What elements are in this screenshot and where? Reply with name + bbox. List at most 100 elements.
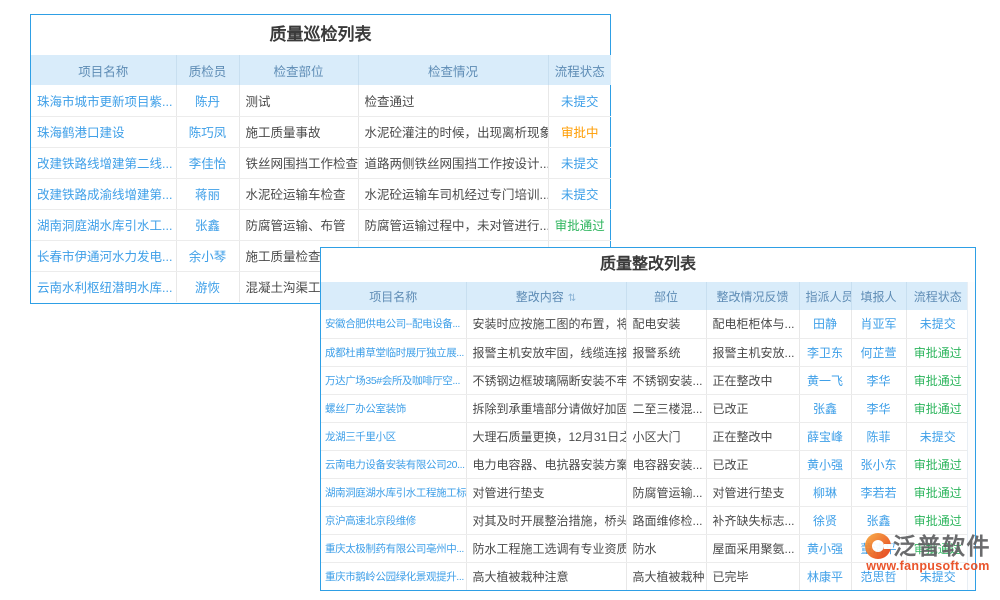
column-header-label: 项目名称 — [78, 65, 128, 79]
cell-inspector[interactable]: 张鑫 — [176, 209, 239, 240]
cell-content: 防水工程施工选调有专业资质... — [466, 534, 626, 562]
table-row: 龙湖三千里小区大理石质量更换，12月31日之...小区大门正在整改中薛宝峰陈菲未… — [321, 422, 969, 450]
cell-assignee[interactable]: 薛宝峰 — [799, 422, 851, 450]
cell-assignee[interactable]: 黄小强 — [799, 534, 851, 562]
cell-reporter[interactable]: 李华 — [851, 366, 906, 394]
cell-status: 未提交 — [548, 85, 611, 116]
cell-inspector[interactable]: 李佳怡 — [176, 147, 239, 178]
table-row: 珠海市城市更新项目紫...陈丹测试检查通过未提交 — [31, 85, 611, 116]
cell-feedback: 已改正 — [706, 450, 799, 478]
cell-project[interactable]: 重庆太极制药有限公司亳州中... — [321, 534, 466, 562]
cell-inspector[interactable]: 蒋丽 — [176, 178, 239, 209]
cell-part: 铁丝网围挡工作检查 — [239, 147, 358, 178]
cell-status: 审批通过 — [906, 338, 969, 366]
cell-project[interactable]: 龙湖三千里小区 — [321, 422, 466, 450]
column-header-reporter: 填报人 — [851, 282, 906, 310]
cell-assignee[interactable]: 张鑫 — [799, 394, 851, 422]
column-header-feedback: 整改情况反馈 — [706, 282, 799, 310]
column-header-label: 部位 — [654, 290, 678, 304]
cell-situation: 水泥砼灌注的时候，出现离析现象 — [358, 116, 548, 147]
watermark-url: www.fanpusoft.com — [856, 559, 1000, 573]
cell-content: 不锈钢边框玻璃隔断安装不牢... — [466, 366, 626, 394]
cell-content: 报警主机安放牢固，线缆连接... — [466, 338, 626, 366]
cell-assignee[interactable]: 田静 — [799, 310, 851, 338]
cell-part: 测试 — [239, 85, 358, 116]
cell-assignee[interactable]: 李卫东 — [799, 338, 851, 366]
cell-inspector[interactable]: 余小琴 — [176, 240, 239, 271]
cell-part: 小区大门 — [626, 422, 706, 450]
cell-reporter[interactable]: 陈菲 — [851, 422, 906, 450]
column-header-inspector: 质检员 — [176, 55, 239, 85]
header-row: 项目名称整改内容⇅部位整改情况反馈指派人员填报人流程状态 — [321, 282, 969, 310]
column-header-project: 项目名称 — [31, 55, 176, 85]
cell-status: 审批中 — [548, 116, 611, 147]
cell-feedback: 已改正 — [706, 394, 799, 422]
column-header-content[interactable]: 整改内容 ⇅ — [466, 282, 626, 310]
column-header-label: 填报人 — [860, 290, 896, 304]
cell-project[interactable]: 安徽合肥供电公司--配电设备... — [321, 310, 466, 338]
cell-project[interactable]: 重庆市鹅岭公园绿化景观提升... — [321, 562, 466, 590]
cell-project[interactable]: 云南电力设备安装有限公司20... — [321, 450, 466, 478]
cell-assignee[interactable]: 黄小强 — [799, 450, 851, 478]
cell-reporter[interactable]: 李华 — [851, 394, 906, 422]
cell-part: 配电安装 — [626, 310, 706, 338]
cell-status: 审批通过 — [906, 506, 969, 534]
rectification-table-title: 质量整改列表 — [321, 248, 975, 282]
column-header-label: 流程状态 — [555, 65, 605, 79]
cell-project[interactable]: 长春市伊通河水力发电... — [31, 240, 176, 271]
cell-part: 防腐管运输... — [626, 478, 706, 506]
cell-situation: 检查通过 — [358, 85, 548, 116]
cell-inspector[interactable]: 游恢 — [176, 271, 239, 302]
table-row: 成都杜甫草堂临时展厅独立展...报警主机安放牢固，线缆连接...报警系统报警主机… — [321, 338, 969, 366]
cell-situation: 防腐管运输过程中，未对管进行... — [358, 209, 548, 240]
cell-reporter[interactable]: 李若若 — [851, 478, 906, 506]
column-header-situation: 检查情况 — [358, 55, 548, 85]
inspection-table-title: 质量巡检列表 — [31, 15, 610, 55]
cell-assignee[interactable]: 黄一飞 — [799, 366, 851, 394]
cell-feedback: 正在整改中 — [706, 422, 799, 450]
cell-status: 审批通过 — [906, 366, 969, 394]
cell-reporter[interactable]: 张鑫 — [851, 506, 906, 534]
cell-inspector[interactable]: 陈巧凤 — [176, 116, 239, 147]
cell-project[interactable]: 湖南洞庭湖水库引水工程施工标 — [321, 478, 466, 506]
cell-content: 拆除到承重墙部分请做好加固... — [466, 394, 626, 422]
cell-assignee[interactable]: 林康平 — [799, 562, 851, 590]
fanpu-logo-icon — [865, 533, 891, 559]
cell-feedback: 对管进行垫支 — [706, 478, 799, 506]
cell-inspector[interactable]: 陈丹 — [176, 85, 239, 116]
cell-status: 未提交 — [548, 178, 611, 209]
cell-status: 未提交 — [906, 422, 969, 450]
cell-project[interactable]: 京沪高速北京段维修 — [321, 506, 466, 534]
cell-project[interactable]: 成都杜甫草堂临时展厅独立展... — [321, 338, 466, 366]
cell-content: 安装时应按施工图的布置，将... — [466, 310, 626, 338]
column-header-label: 检查部位 — [273, 65, 323, 79]
cell-project[interactable]: 改建铁路线增建第二线... — [31, 147, 176, 178]
cell-reporter[interactable]: 张小东 — [851, 450, 906, 478]
cell-status: 审批通过 — [906, 478, 969, 506]
cell-project[interactable]: 改建铁路成渝线增建第... — [31, 178, 176, 209]
cell-project[interactable]: 螺丝厂办公室装饰 — [321, 394, 466, 422]
cell-project[interactable]: 珠海鹤港口建设 — [31, 116, 176, 147]
cell-project[interactable]: 云南水利枢纽潜明水库... — [31, 271, 176, 302]
cell-assignee[interactable]: 徐贤 — [799, 506, 851, 534]
table-row: 螺丝厂办公室装饰拆除到承重墙部分请做好加固...二至三楼混...已改正张鑫李华审… — [321, 394, 969, 422]
cell-reporter[interactable]: 肖亚军 — [851, 310, 906, 338]
column-header-label: 整改内容 — [516, 290, 564, 304]
cell-status: 审批通过 — [906, 450, 969, 478]
cell-reporter[interactable]: 何芷萱 — [851, 338, 906, 366]
fanpu-watermark: 泛普软件 www.fanpusoft.com — [856, 532, 1000, 573]
cell-project[interactable]: 万达广场35#会所及咖啡厅空... — [321, 366, 466, 394]
cell-status: 审批通过 — [548, 209, 611, 240]
table-row: 京沪高速北京段维修对其及时开展整治措施，桥头...路面维修检...补齐缺失标志.… — [321, 506, 969, 534]
cell-part: 报警系统 — [626, 338, 706, 366]
cell-project[interactable]: 湖南洞庭湖水库引水工... — [31, 209, 176, 240]
sort-icon[interactable]: ⇅ — [568, 293, 576, 304]
cell-assignee[interactable]: 柳琳 — [799, 478, 851, 506]
cell-part: 不锈钢安装... — [626, 366, 706, 394]
page: 质量巡检列表 项目名称质检员检查部位检查情况流程状态珠海市城市更新项目紫...陈… — [0, 0, 1000, 600]
cell-status: 未提交 — [906, 310, 969, 338]
table-row: 改建铁路成渝线增建第...蒋丽水泥砼运输车检查水泥砼运输车司机经过专门培训...… — [31, 178, 611, 209]
column-header-label: 质检员 — [189, 65, 227, 79]
cell-project[interactable]: 珠海市城市更新项目紫... — [31, 85, 176, 116]
cell-part: 防水 — [626, 534, 706, 562]
